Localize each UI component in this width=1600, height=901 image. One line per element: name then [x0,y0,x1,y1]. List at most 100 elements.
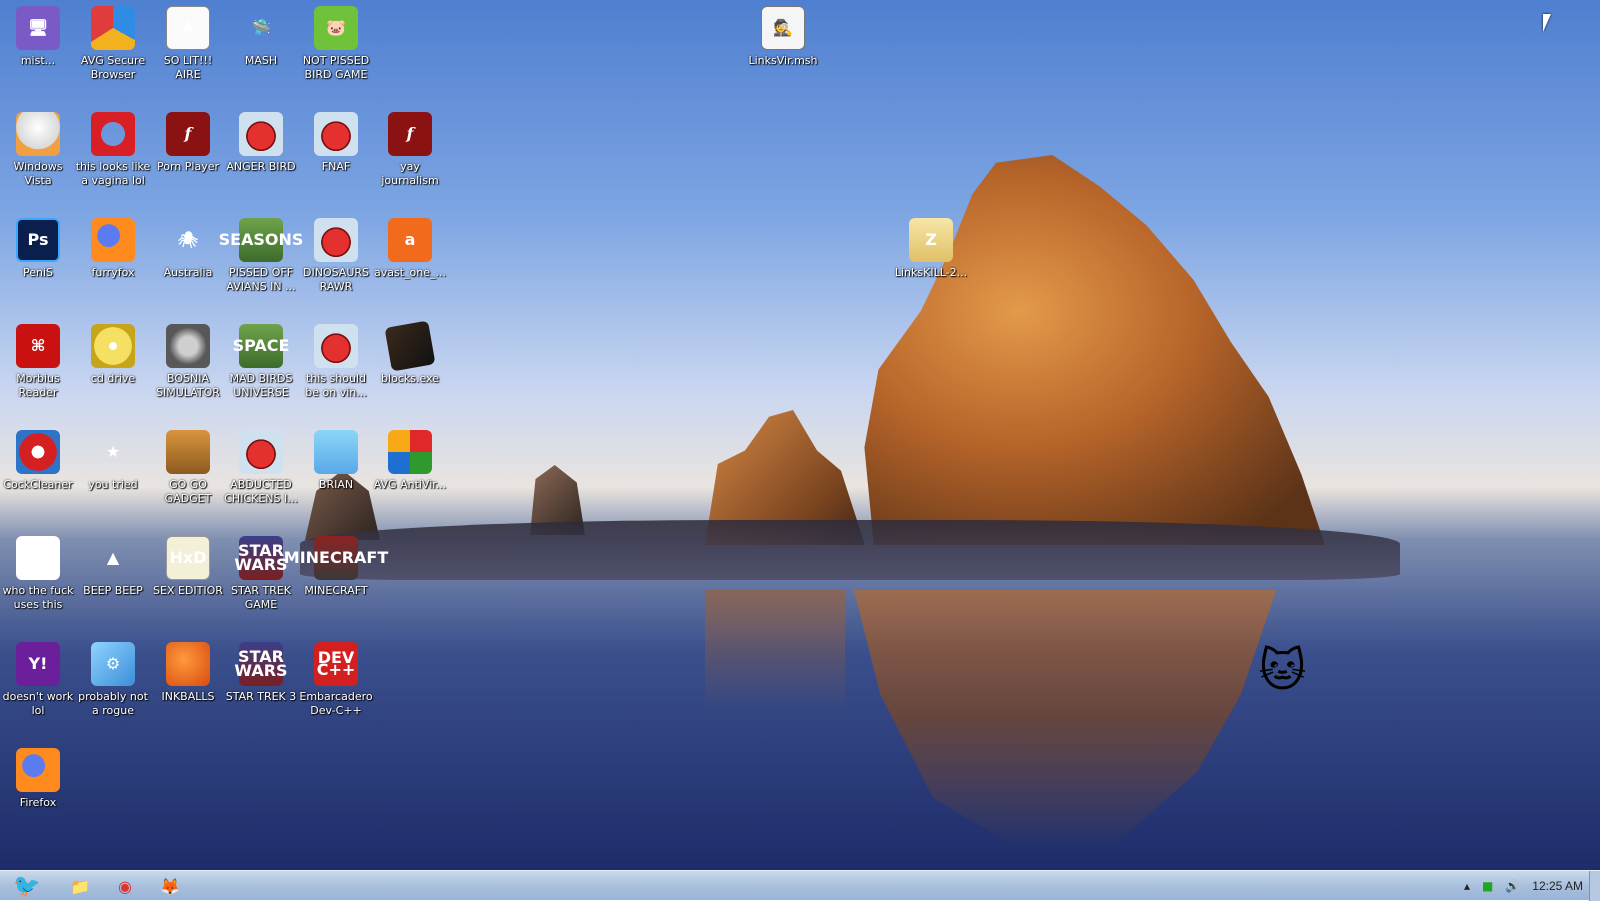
mouse-cursor-icon [1543,14,1557,32]
desktop-icon[interactable]: 🕷 Australia [150,212,226,280]
desktop-icon-label: PeniS [22,266,54,279]
shortcut-icon [16,748,60,792]
shortcut-icon [91,218,135,262]
desktop-icon-label: this looks like a vagina lol [75,160,151,187]
desktop-icon[interactable]: 🛸 MASH [223,0,299,68]
shortcut-icon: 🕷 [177,230,199,249]
shortcut-icon: ▲ [106,548,120,567]
desktop-icon-label: MASH [244,54,278,67]
clock[interactable]: 12:25 AM [1532,879,1583,893]
desktop-icon-label: this should be on vin... [305,372,367,399]
shortcut-icon: DEV C++ [314,642,358,686]
desktop-icon[interactable]: STAR WARS STAR TREK 3 [223,636,299,704]
desktop-icon-label: SO LIT!!! AIRE [163,54,213,81]
shortcut-icon: ♠ [166,6,210,50]
desktop-icon[interactable]: 🖥 mist... [0,0,76,68]
desktop-icon[interactable]: SPACE MAD BIRDS UNIVERSE [223,318,299,400]
desktop-icon-label: LinksKILL-2... [894,266,968,279]
desktop-icon[interactable]: ANGER BIRD [223,106,299,174]
desktop-icon-label: NOT PISSED BIRD GAME [302,54,370,81]
shortcut-icon [314,430,358,474]
desktop-icon[interactable]: AVG AntiVir... [372,424,448,492]
volume-icon[interactable]: 🔊 [1505,879,1520,893]
taskbar-file-explorer[interactable]: 📁 [60,873,100,899]
cat-sticker-icon: 🐱 [1258,643,1307,697]
desktop-icon[interactable]: HxD SEX EDITIOR [150,530,226,598]
taskbar-chrome[interactable]: ◉ [105,873,145,899]
desktop-icon[interactable]: FNAF [298,106,374,174]
desktop-icon[interactable]: AVG Secure Browser [75,0,151,82]
desktop-icon[interactable]: this should be on vin... [298,318,374,400]
start-button[interactable]: 🐦 [2,873,52,899]
desktop-icon-label: yay journalism [381,160,439,187]
desktop-icon[interactable]: Firefox [0,742,76,810]
desktop-icon[interactable]: Windows Vista [0,106,76,188]
desktop-icon[interactable]: a avast_one_... [372,212,448,280]
desktop-icon[interactable]: Z LinksKILL-2... [893,212,969,280]
desktop-icon[interactable]: ♠ SO LIT!!! AIRE [150,0,226,82]
shortcut-icon: 🛸 [251,18,271,37]
desktop-icon[interactable]: DINOSAURS RAWR [298,212,374,294]
desktop-icon[interactable]: GO GO GADGET [150,424,226,506]
shortcut-icon [314,218,358,262]
desktop-background[interactable]: 🖥 mist... AVG Secure Browser ♠ SO LIT!!! AIR… [0,0,1600,870]
desktop-icon[interactable]: blocks.exe [372,318,448,386]
rock-reflection-small [705,590,845,710]
desktop-icon[interactable]: CockCleaner [0,424,76,492]
desktop-icon[interactable]: BRIAN [298,424,374,492]
desktop-icon[interactable]: f yay journalism [372,106,448,188]
shortcut-icon: Ps [16,218,60,262]
desktop-icon[interactable]: 🕵 LinksVir.msh [745,0,821,68]
rock-reflection [853,590,1277,850]
folder-icon: 📁 [70,876,90,896]
shortcut-icon [314,324,358,368]
system-tray: ▴ ■ 🔊 12:25 AM [1458,871,1600,901]
desktop-icon[interactable]: STAR WARS STAR TREK GAME [223,530,299,612]
desktop-icon-label: AVG Secure Browser [80,54,146,81]
desktop-icon[interactable]: Y! doesn't work lol [0,636,76,718]
desktop-icon[interactable]: furryfox [75,212,151,280]
desktop-icon-label: DINOSAURS RAWR [303,266,369,293]
desktop-icon[interactable]: 🐷 NOT PISSED BIRD GAME [298,0,374,82]
desktop-icon[interactable]: ▲ BEEP BEEP [75,530,151,598]
desktop-icon[interactable]: INKBALLS [150,636,226,704]
desktop-icon[interactable]: Ps PeniS [0,212,76,280]
desktop-icon[interactable]: ⚡ who the fuck uses this [0,530,76,612]
shortcut-icon: MINECRAFT [284,536,388,580]
show-hidden-icons-chevron-icon[interactable]: ▴ [1464,879,1470,893]
desktop-icon[interactable]: SEASONS PISSED OFF AVIANS IN ... [219,212,303,294]
network-icon[interactable]: ■ [1482,879,1493,893]
shortcut-icon [91,6,135,50]
taskbar: 🐦 📁 ◉ 🦊 ▴ ■ 🔊 12:25 AM [0,870,1600,901]
desktop-icon[interactable]: ABDUCTED CHICKENS I... [223,424,299,506]
desktop-icon-label: cd drive [90,372,136,385]
shortcut-icon [16,112,60,156]
desktop-icon-label: PISSED OFF AVIANS IN ... [226,266,296,293]
desktop-icon-label: MAD BIRDS UNIVERSE [229,372,293,399]
desktop-icon[interactable]: BOSNIA SIMULATOR [150,318,226,400]
desktop-icon[interactable]: DEV C++ Embarcadero Dev-C++ [298,636,374,718]
firefox-icon: 🦊 [160,876,180,896]
shortcut-icon: 🕵 [761,6,805,50]
desktop-icon[interactable]: MINECRAFT MINECRAFT [284,530,388,598]
beach-shore [300,520,1400,580]
chrome-icon: ◉ [118,876,132,896]
desktop-icon[interactable]: ⌘ Morbius Reader [0,318,76,400]
shortcut-icon [16,430,60,474]
shortcut-icon: ★ [105,442,121,461]
show-desktop-button[interactable] [1589,871,1600,901]
shortcut-icon [166,324,210,368]
desktop-icon-label: STAR TREK 3 [225,690,297,703]
desktop-icon[interactable]: this looks like a vagina lol [75,106,151,188]
desktop-icon-label: AVG AntiVir... [373,478,447,491]
desktop-icon[interactable]: ★ you tried [75,424,151,492]
desktop-icon-label: SEX EDITIOR [153,584,223,597]
desktop-icon[interactable]: f Porn Player [150,106,226,174]
desktop-icon-label: MINECRAFT [304,584,368,597]
taskbar-firefox[interactable]: 🦊 [150,873,190,899]
desktop-icon[interactable]: ⚙ probably not a rogue [75,636,151,718]
desktop-icon-label: STAR TREK GAME [230,584,292,611]
desktop-icon[interactable]: cd drive [75,318,151,386]
desktop-icon-label: GO GO GADGET [164,478,212,505]
desktop-icon-label: ABDUCTED CHICKENS I... [224,478,298,505]
